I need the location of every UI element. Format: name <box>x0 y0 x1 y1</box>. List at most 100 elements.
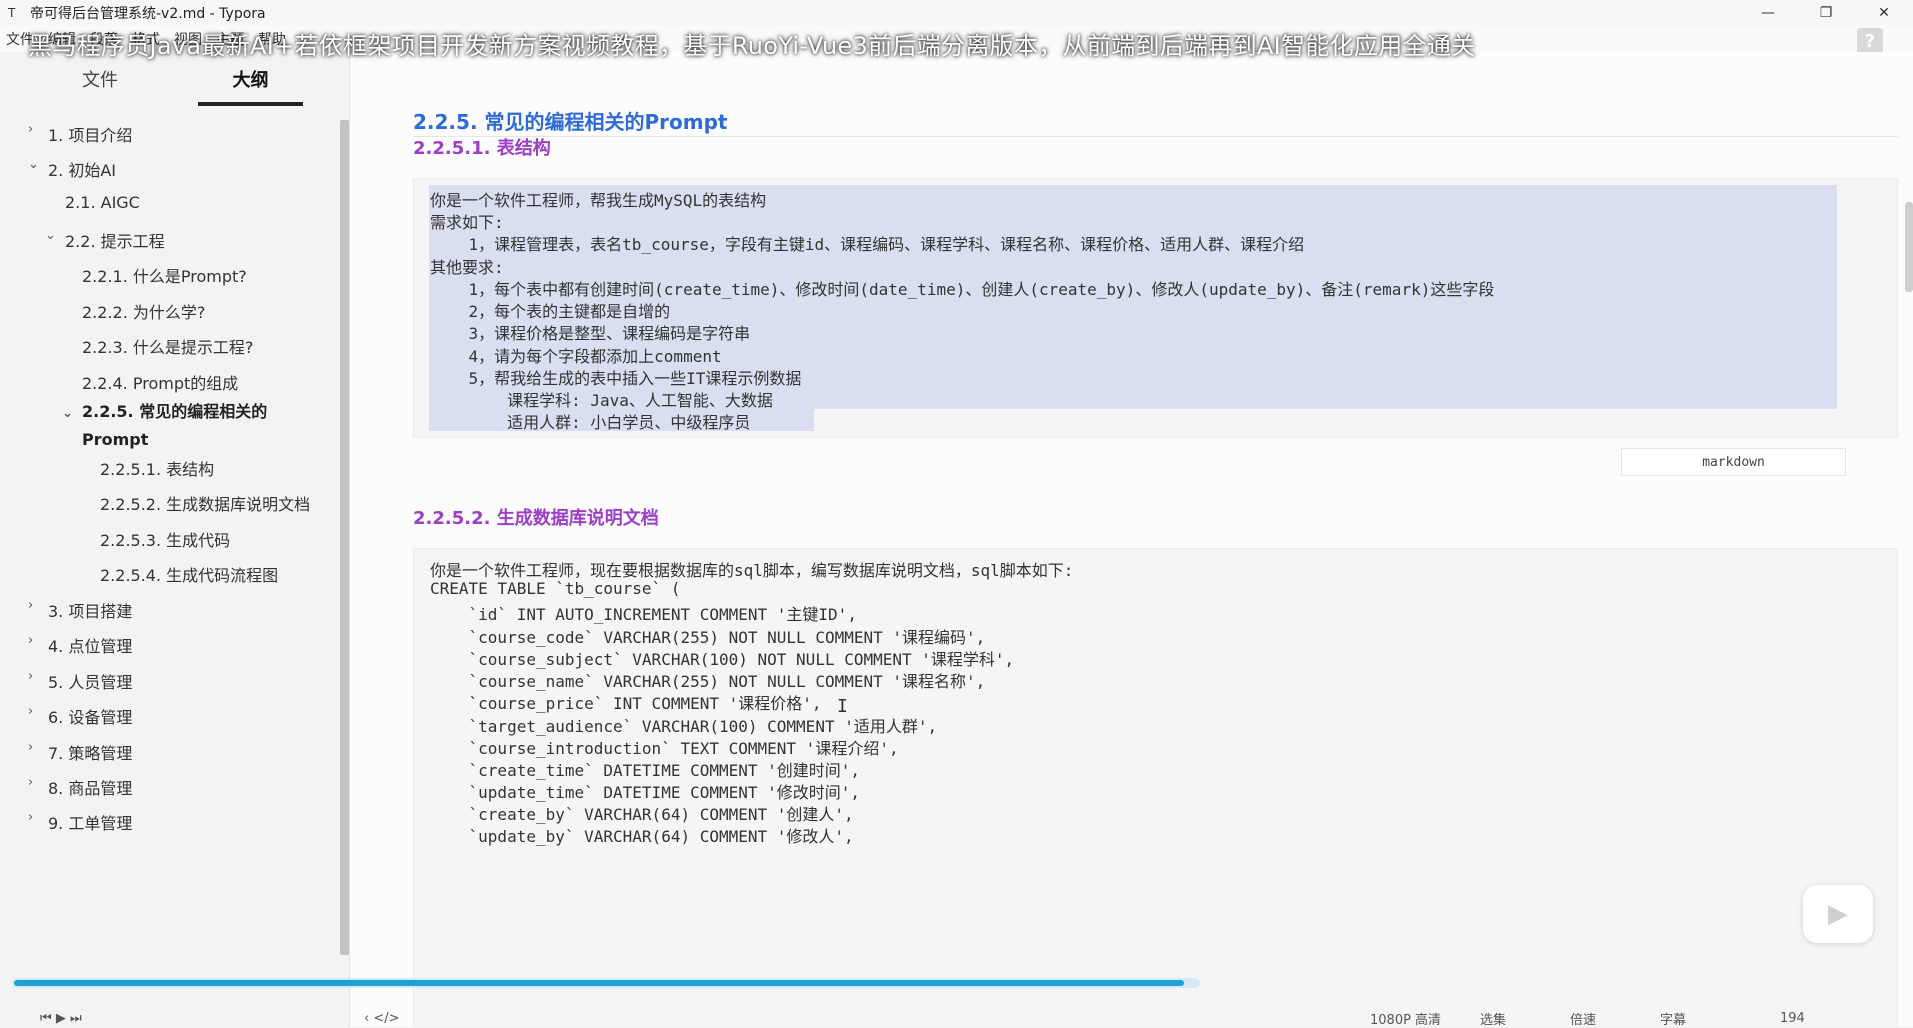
chevron-down-icon[interactable]: ⌄ <box>45 228 56 243</box>
text-cursor-icon: I <box>837 696 848 717</box>
chevron-right-icon[interactable]: › <box>28 704 33 719</box>
typora-app-icon: T <box>8 6 16 20</box>
outline-item[interactable]: 2.2.4. Prompt的组成 <box>82 370 238 394</box>
outline-item-label: 7. 策略管理 <box>48 744 133 763</box>
outline-item-label: 2.2.3. 什么是提示工程? <box>82 338 254 357</box>
chevron-right-icon[interactable]: › <box>28 669 33 684</box>
play-button[interactable]: ▶ <box>1803 885 1873 943</box>
outline-item[interactable]: › 7. 策略管理 <box>28 740 133 764</box>
outline-item[interactable]: ⌄ 2.2. 提示工程 <box>45 228 165 252</box>
player-nav-icons[interactable]: ‹ </> <box>364 1011 400 1026</box>
window-title: 帝可得后台管理系统-v2.md - Typora <box>30 6 266 22</box>
outline-item[interactable]: 2.2.2. 为什么学? <box>82 299 205 323</box>
outline-item-label: 2.2.5.1. 表结构 <box>100 460 215 479</box>
chevron-right-icon[interactable]: › <box>28 122 33 137</box>
editor-area[interactable]: 2.2.5. 常见的编程相关的Prompt 2.2.5.1. 表结构 你是一个软… <box>351 52 1913 1027</box>
editor-scrollbar[interactable] <box>1905 202 1913 292</box>
outline-item[interactable]: 2.2.5.2. 生成数据库说明文档 <box>100 491 310 515</box>
video-player-bar: ⏮ ▶ ⏭ ‹ </> 1080P 高清 选集 倍速 字幕 194 <box>0 1009 1913 1028</box>
outline-item[interactable]: › 9. 工单管理 <box>28 810 133 834</box>
outline-item[interactable]: › 1. 项目介绍 <box>28 122 133 146</box>
outline-item-label: 9. 工单管理 <box>48 814 133 833</box>
video-progress-fill <box>14 980 1184 986</box>
code-line: `course_code` VARCHAR(255) NOT NULL COMM… <box>430 628 986 647</box>
play-icon: ▶ <box>1828 899 1848 929</box>
chevron-down-icon[interactable]: ⌄ <box>28 157 39 172</box>
outline-item[interactable]: 2.1. AIGC <box>65 193 140 212</box>
outline-item-label: 3. 项目搭建 <box>48 602 133 621</box>
code-line: `update_by` VARCHAR(64) COMMENT '修改人', <box>430 827 854 846</box>
maximize-button[interactable]: ❐ <box>1797 0 1855 26</box>
code-line: CREATE TABLE `tb_course` ( <box>430 579 681 598</box>
chevron-right-icon[interactable]: › <box>28 633 33 648</box>
sidebar: 文件 大纲 › 1. 项目介绍 ⌄ 2. 初始AI 2.1. AIGC ⌄ 2.2. … <box>0 52 350 1027</box>
code-line: 3，课程价格是整型、课程编码是字符串 <box>430 324 751 343</box>
outline-item-label: 2. 初始AI <box>48 161 117 180</box>
help-icon[interactable]: ? <box>1857 28 1883 54</box>
heading-h4-db-doc: 2.2.5.2. 生成数据库说明文档 <box>413 508 659 529</box>
tab-outline[interactable]: 大纲 <box>198 66 303 106</box>
outline-item[interactable]: 2.2.3. 什么是提示工程? <box>82 334 253 358</box>
outline-item[interactable]: 2.2.5.4. 生成代码流程图 <box>100 562 278 586</box>
chevron-right-icon[interactable]: › <box>28 810 33 825</box>
code-block-sql[interactable]: 你是一个软件工程师，现在要根据数据库的sql脚本，编写数据库说明文档，sql脚本… <box>413 548 1898 1027</box>
code-line: `course_name` VARCHAR(255) NOT NULL COMM… <box>430 672 986 691</box>
title-bar: T 帝可得后台管理系统-v2.md - Typora — ❐ ✕ <box>0 0 1913 26</box>
speed-button[interactable]: 倍速 <box>1570 1009 1596 1028</box>
subtitle-button[interactable]: 字幕 <box>1660 1009 1686 1028</box>
chevron-right-icon[interactable]: › <box>28 598 33 613</box>
outline-item-label: 4. 点位管理 <box>48 637 133 656</box>
chevron-right-icon[interactable]: › <box>28 740 33 755</box>
heading-divider <box>413 136 1898 137</box>
code-line: `target_audience` VARCHAR(100) COMMENT '… <box>430 717 938 736</box>
code-language-selector[interactable]: markdown <box>1621 448 1846 476</box>
code-line: 1，每个表中都有创建时间(create_time)、修改时间(date_time… <box>430 280 1495 299</box>
code-line: 适用人群: 小白学员、中级程序员 <box>430 413 751 432</box>
code-line: `create_by` VARCHAR(64) COMMENT '创建人', <box>430 805 854 824</box>
code-line: `course_introduction` TEXT COMMENT '课程介绍… <box>430 739 899 758</box>
video-overlay-title: 黑马程序员Java最新AI+若依框架项目开发新方案视频教程，基于RuoYi-Vu… <box>28 32 1476 60</box>
outline-item-label: 8. 商品管理 <box>48 779 133 798</box>
chevron-right-icon[interactable]: › <box>28 775 33 790</box>
episodes-button[interactable]: 选集 <box>1480 1009 1506 1028</box>
outline-item-label: 2.2.4. Prompt的组成 <box>82 374 239 393</box>
sidebar-tabs: 文件 大纲 <box>0 66 350 106</box>
outline-item-label: 2.2.5.2. 生成数据库说明文档 <box>100 495 311 514</box>
outline-item[interactable]: 2.2.5.3. 生成代码 <box>100 527 230 551</box>
code-line: 其他要求: <box>430 258 504 277</box>
code-line: 2，每个表的主键都是自增的 <box>430 302 671 321</box>
outline-item[interactable]: › 5. 人员管理 <box>28 669 132 693</box>
outline-item[interactable]: › 8. 商品管理 <box>28 775 133 799</box>
minimize-button[interactable]: — <box>1739 0 1797 26</box>
quality-selector[interactable]: 1080P 高清 <box>1370 1009 1441 1028</box>
code-line: 1，课程管理表，表名tb_course，字段有主键id、课程编码、课程学科、课程… <box>430 235 1305 254</box>
player-transport-controls[interactable]: ⏮ ▶ ⏭ <box>40 1011 82 1026</box>
heading-h3: 2.2.5. 常见的编程相关的Prompt <box>413 110 728 134</box>
sidebar-scrollbar[interactable] <box>340 120 349 955</box>
outline-item[interactable]: 2.2.1. 什么是Prompt? <box>82 263 247 287</box>
code-line: `create_time` DATETIME COMMENT '创建时间', <box>430 761 861 780</box>
code-line: 你是一个软件工程师，帮我生成MySQL的表结构 <box>430 191 767 210</box>
tab-files[interactable]: 文件 <box>60 66 140 106</box>
outline-item[interactable]: ⌄ 2. 初始AI <box>28 157 117 181</box>
outline-item-label: 1. 项目介绍 <box>48 126 133 145</box>
code-line: `id` INT AUTO_INCREMENT COMMENT '主键ID', <box>430 605 857 624</box>
outline-item[interactable]: › 4. 点位管理 <box>28 633 133 657</box>
outline-item-label: 6. 设备管理 <box>48 708 133 727</box>
code-line: 课程学科: Java、人工智能、大数据 <box>430 391 773 410</box>
outline-item-label: 2.2.5. 常见的编程相关的 Prompt <box>82 402 268 449</box>
outline-item[interactable]: 2.2.5.1. 表结构 <box>100 456 214 480</box>
outline-item[interactable]: › 6. 设备管理 <box>28 704 133 728</box>
chevron-down-icon[interactable]: ⌄ <box>62 400 73 428</box>
close-button[interactable]: ✕ <box>1855 0 1913 26</box>
code-block-prompt[interactable]: 你是一个软件工程师，帮我生成MySQL的表结构 需求如下: 1，课程管理表，表名… <box>413 178 1898 438</box>
outline-item[interactable]: › 3. 项目搭建 <box>28 598 133 622</box>
player-status-text: 194 <box>1780 1011 1805 1026</box>
outline-item-label: 2.2.5.4. 生成代码流程图 <box>100 566 279 585</box>
code-line: 5，帮我给生成的表中插入一些IT课程示例数据 <box>430 369 802 388</box>
outline-item-active[interactable]: ⌄ 2.2.5. 常见的编程相关的 Prompt <box>62 398 282 454</box>
heading-h4-table-structure: 2.2.5.1. 表结构 <box>413 138 551 159</box>
outline-item-label: 2.2.1. 什么是Prompt? <box>82 267 247 286</box>
outline-item-label: 2.2.5.3. 生成代码 <box>100 531 231 550</box>
code-line: `course_subject` VARCHAR(100) NOT NULL C… <box>430 650 1015 669</box>
